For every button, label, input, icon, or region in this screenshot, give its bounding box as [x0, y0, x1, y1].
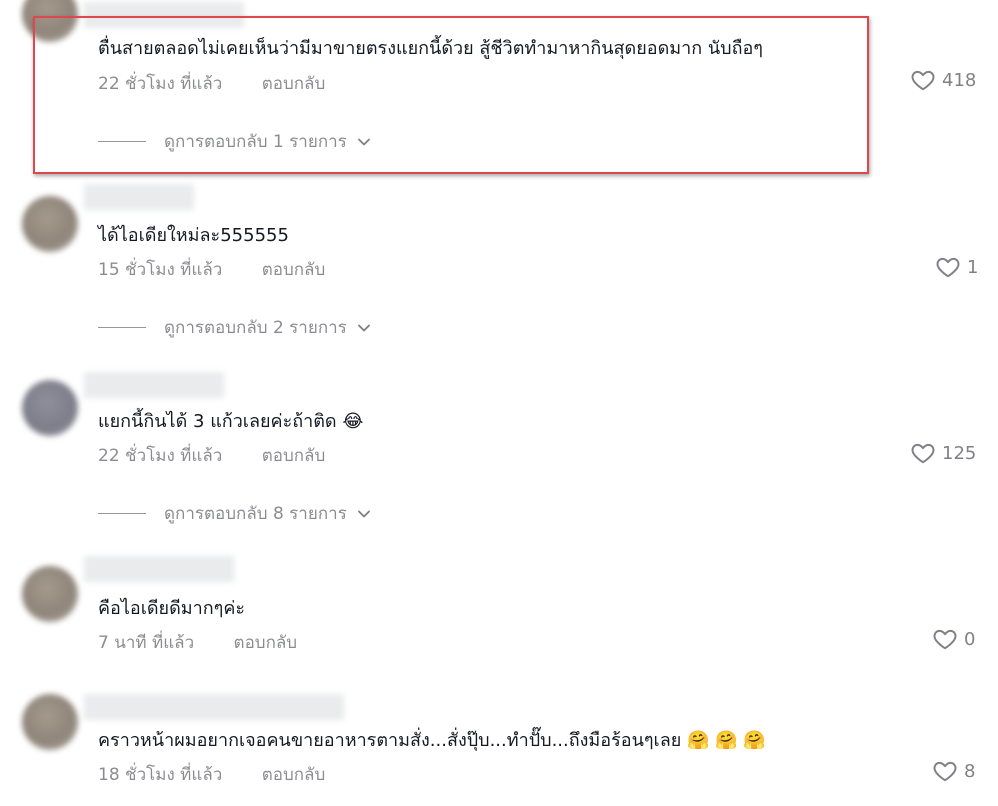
view-replies-label: ดูการตอบกลับ 1 รายการ: [164, 132, 347, 152]
like-count: 0: [964, 628, 976, 650]
view-replies-label: ดูการตอบกลับ 2 รายการ: [164, 318, 347, 338]
view-replies-button[interactable]: ดูการตอบกลับ 8 รายการ: [98, 500, 371, 527]
view-replies-button[interactable]: ดูการตอบกลับ 2 รายการ: [98, 314, 371, 341]
avatar[interactable]: [22, 0, 78, 42]
like-count: 125: [942, 442, 977, 464]
like-button[interactable]: 8: [932, 758, 975, 784]
like-button[interactable]: 0: [932, 626, 975, 652]
comment-text: คือไอเดียดีมากๆค่ะ: [98, 598, 246, 619]
comment-text: ตื่นสายตลอดไม่เคยเห็นว่ามีมาขายตรงแยกนี้…: [98, 38, 763, 59]
comment-time: 18 ชั่วโมง ที่แล้ว: [98, 765, 223, 785]
heart-icon: [911, 70, 935, 91]
comment-meta: 15 ชั่วโมง ที่แล้ว ตอบกลับ: [98, 256, 325, 283]
hugging-emoji: 🤗 🤗 🤗: [687, 730, 766, 751]
divider-line: [98, 327, 146, 328]
username-blurred[interactable]: [84, 694, 344, 720]
username-blurred[interactable]: [84, 372, 224, 398]
comment-meta: 22 ชั่วโมง ที่แล้ว ตอบกลับ: [98, 442, 325, 469]
comment-meta: 18 ชั่วโมง ที่แล้ว ตอบกลับ: [98, 761, 325, 788]
like-button[interactable]: 1: [935, 254, 978, 280]
comment-text: แยกนี้กินได้ 3 แก้วเลยค่ะถ้าติด 😂: [98, 410, 363, 434]
avatar[interactable]: [22, 694, 78, 750]
avatar[interactable]: [22, 196, 78, 252]
comment-time: 15 ชั่วโมง ที่แล้ว: [98, 260, 223, 280]
comment-text-body: แยกนี้กินได้ 3 แก้วเลยค่ะถ้าติด: [98, 411, 337, 432]
reply-button[interactable]: ตอบกลับ: [262, 256, 326, 283]
reply-button[interactable]: ตอบกลับ: [262, 761, 326, 788]
view-replies-button[interactable]: ดูการตอบกลับ 1 รายการ: [98, 128, 371, 155]
heart-icon: [933, 629, 957, 650]
chevron-down-icon: [357, 510, 370, 517]
heart-icon: [933, 761, 957, 782]
comment-text: คราวหน้าผมอยากเจอคนขายอาหารตามสั่ง...สั่…: [98, 729, 766, 753]
heart-icon: [911, 443, 935, 464]
laughing-emoji: 😂: [342, 411, 364, 432]
avatar[interactable]: [22, 566, 78, 622]
comment-time: 22 ชั่วโมง ที่แล้ว: [98, 446, 223, 466]
like-button[interactable]: 418: [910, 67, 976, 93]
reply-button[interactable]: ตอบกลับ: [262, 70, 326, 97]
like-count: 418: [942, 69, 977, 91]
like-button[interactable]: 125: [910, 440, 976, 466]
comment-text-body: คราวหน้าผมอยากเจอคนขายอาหารตามสั่ง...สั่…: [98, 730, 682, 751]
avatar[interactable]: [22, 380, 78, 436]
username-blurred[interactable]: [84, 2, 244, 28]
heart-icon: [936, 257, 960, 278]
comment-meta: 7 นาที ที่แล้ว ตอบกลับ: [98, 629, 297, 656]
divider-line: [98, 513, 146, 514]
divider-line: [98, 141, 146, 142]
comment-text: ได้ไอเดียใหม่ละ555555: [98, 225, 289, 246]
comment-time: 22 ชั่วโมง ที่แล้ว: [98, 74, 223, 94]
comment-meta: 22 ชั่วโมง ที่แล้ว ตอบกลับ: [98, 70, 325, 97]
view-replies-label: ดูการตอบกลับ 8 รายการ: [164, 504, 347, 524]
like-count: 1: [967, 256, 979, 278]
comment-time: 7 นาที ที่แล้ว: [98, 633, 195, 653]
username-blurred[interactable]: [84, 556, 234, 582]
reply-button[interactable]: ตอบกลับ: [262, 442, 326, 469]
username-blurred[interactable]: [84, 184, 194, 210]
chevron-down-icon: [357, 138, 370, 145]
reply-button[interactable]: ตอบกลับ: [234, 629, 298, 656]
chevron-down-icon: [357, 324, 370, 331]
like-count: 8: [964, 760, 976, 782]
